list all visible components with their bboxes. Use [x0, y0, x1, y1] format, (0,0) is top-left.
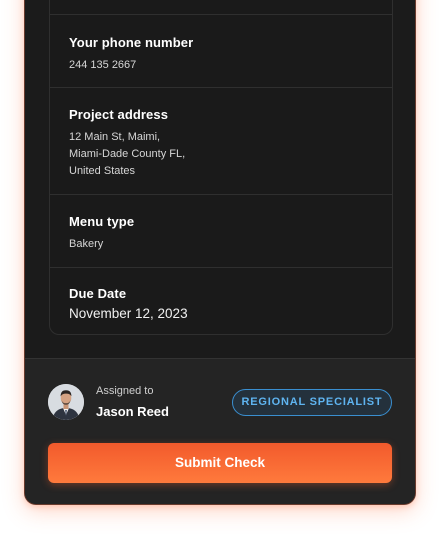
- details-row-menu-type: Menu type Bakery: [50, 194, 392, 268]
- role-badge: REGIONAL SPECIALIST: [232, 389, 392, 416]
- due-date-value: November 12, 2023: [69, 306, 188, 321]
- address-line-1: 12 Main St, Maimi,: [69, 131, 161, 143]
- address-line-3: United States: [69, 165, 136, 177]
- details-row-due-date: Due Date November 12, 2023: [50, 267, 392, 335]
- user-portrait-icon: [48, 384, 84, 420]
- details-row-phone: Your phone number 244 135 2667: [50, 14, 392, 88]
- address-label: Project address: [69, 107, 169, 122]
- avatar: [48, 384, 84, 420]
- details-row-previous: [50, 0, 392, 15]
- assignee-name: Jason Reed: [96, 404, 169, 419]
- assigned-to-label: Assigned to: [96, 385, 154, 397]
- menu-type-label: Menu type: [69, 214, 135, 229]
- details-row-address: Project address 12 Main St, Maimi, Miami…: [50, 87, 392, 195]
- submit-check-button[interactable]: Submit Check: [48, 443, 392, 483]
- page: Your phone number 244 135 2667 Project a…: [0, 0, 440, 538]
- details-panel: Your phone number 244 135 2667 Project a…: [49, 0, 393, 335]
- menu-type-value: Bakery: [69, 238, 104, 250]
- assignment-footer: Assigned to Jason Reed REGIONAL SPECIALI…: [25, 358, 415, 504]
- due-date-label: Due Date: [69, 286, 127, 301]
- check-details-card: Your phone number 244 135 2667 Project a…: [24, 0, 416, 505]
- phone-value: 244 135 2667: [69, 59, 137, 71]
- address-line-2: Miami-Dade County FL,: [69, 148, 186, 160]
- phone-label: Your phone number: [69, 35, 194, 50]
